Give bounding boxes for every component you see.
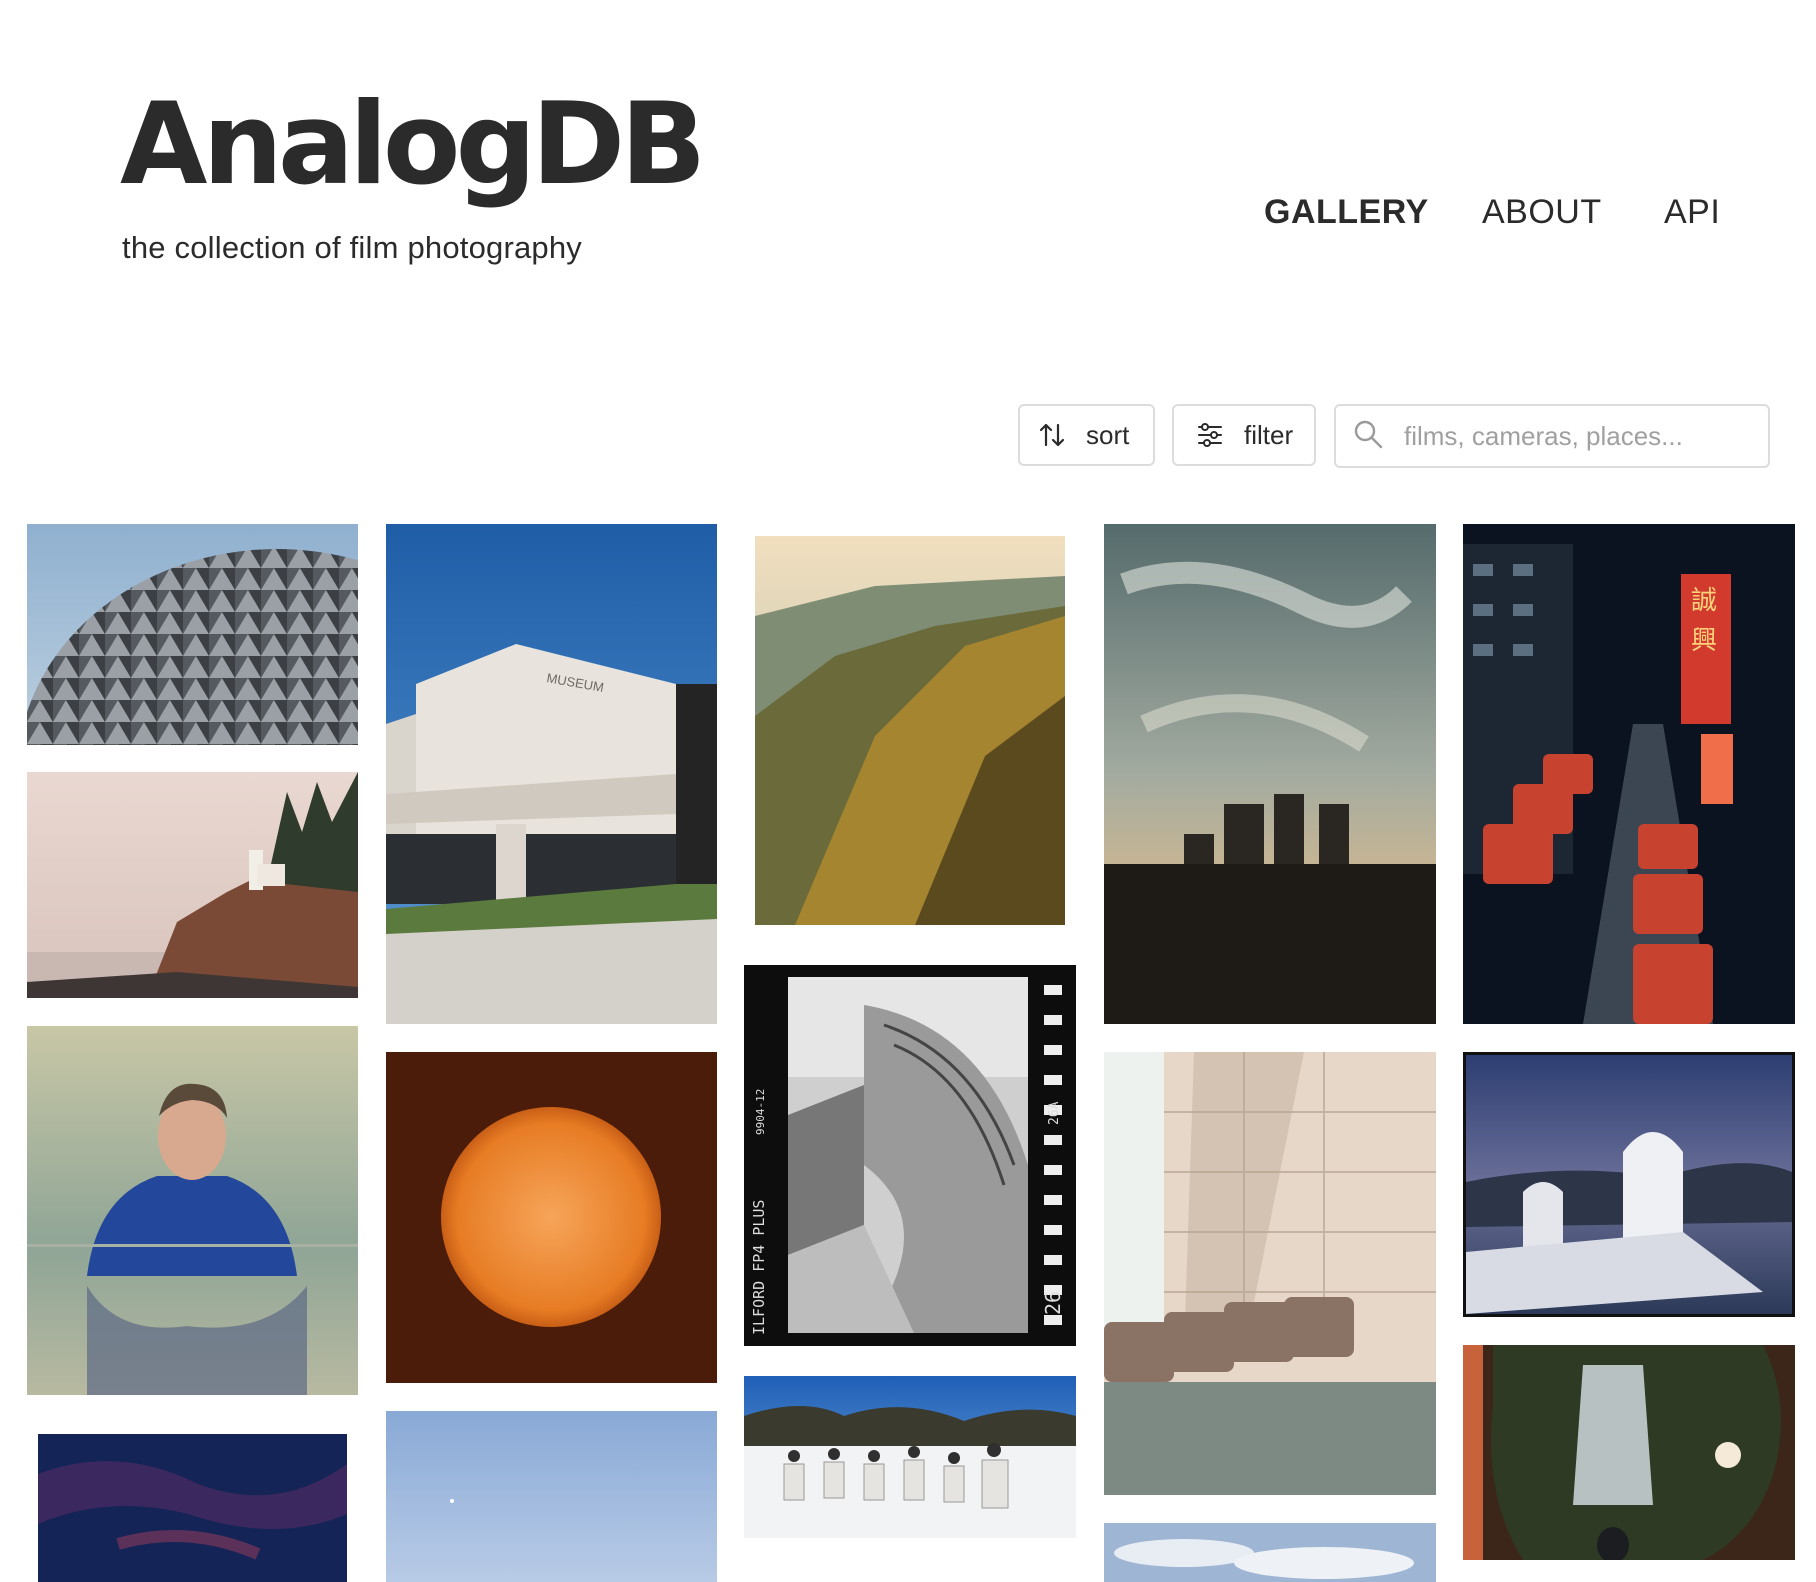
svg-text:ILFORD FP4 PLUS: ILFORD FP4 PLUS: [750, 1200, 768, 1335]
photo-museum-building[interactable]: MUSEUM: [386, 524, 717, 1024]
photo-sky-city-skyline[interactable]: [1104, 524, 1436, 1024]
photo-man-portrait[interactable]: [27, 1026, 358, 1395]
photo-forested-mountains[interactable]: [755, 536, 1065, 925]
photo-snow-group[interactable]: [744, 1376, 1076, 1538]
page: AnalogDB the collection of film photogra…: [0, 0, 1816, 1582]
photo-pale-sky[interactable]: [386, 1411, 717, 1582]
sort-arrows-icon: [1038, 421, 1066, 449]
svg-text:26A: 26A: [1047, 1101, 1062, 1125]
search-box: [1334, 404, 1770, 468]
photo-bw-walkway-film-strip[interactable]: ILFORD FP4 PLUS 9904-12 26A 26: [744, 965, 1076, 1346]
svg-text:興: 興: [1691, 626, 1717, 656]
nav-api[interactable]: API: [1664, 190, 1720, 234]
nav-about[interactable]: ABOUT: [1482, 190, 1602, 234]
photo-orange-sun[interactable]: [386, 1052, 717, 1383]
photo-lobby-chairs[interactable]: [1104, 1052, 1436, 1495]
photo-bell-tower-dusk[interactable]: [1463, 1052, 1795, 1317]
main-nav: GALLERY ABOUT API: [1264, 190, 1720, 234]
nav-gallery[interactable]: GALLERY: [1264, 190, 1429, 234]
filter-label: filter: [1244, 419, 1294, 450]
magnifier-icon: [1352, 418, 1384, 455]
search-input[interactable]: [1402, 419, 1746, 453]
svg-text:9904-12: 9904-12: [754, 1089, 767, 1135]
site-title[interactable]: AnalogDB: [120, 88, 706, 201]
filter-button[interactable]: filter: [1172, 404, 1316, 466]
photo-lighthouse-cliff[interactable]: [27, 772, 358, 998]
sort-label: sort: [1086, 419, 1130, 450]
svg-text:26: 26: [1041, 1291, 1065, 1315]
photo-dark-sky[interactable]: [38, 1434, 347, 1582]
sliders-icon: [1196, 421, 1224, 449]
photo-night-street-buses[interactable]: 誠 興: [1463, 524, 1795, 1024]
svg-text:誠: 誠: [1691, 586, 1717, 616]
photo-geodesic-sphere[interactable]: [27, 524, 358, 745]
sort-button[interactable]: sort: [1018, 404, 1155, 466]
photo-clouds[interactable]: [1104, 1523, 1436, 1582]
site-subtitle: the collection of film photography: [122, 230, 583, 265]
photo-waterfall-rocks[interactable]: [1463, 1345, 1795, 1560]
